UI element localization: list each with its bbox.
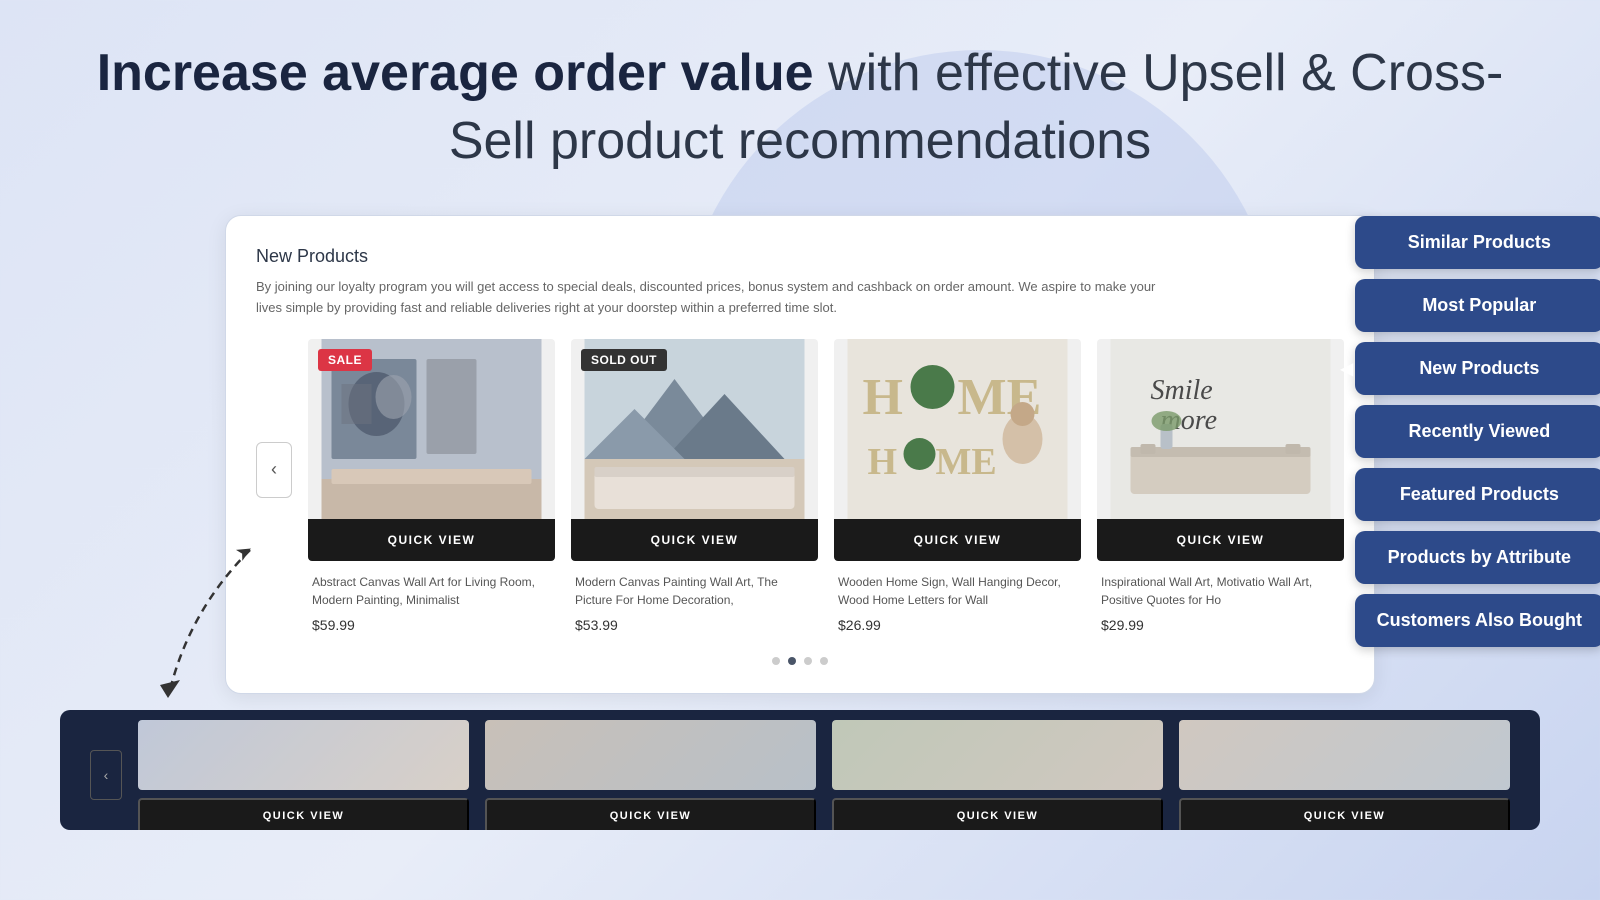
most-popular-btn[interactable]: Most Popular <box>1355 279 1600 332</box>
product-info-2: Modern Canvas Painting Wall Art, The Pic… <box>571 561 818 641</box>
product-image-4: Smile more <box>1097 339 1344 519</box>
product-card-3: H ME H ME QUICK VIEW Wooden Home Sign, <box>834 339 1081 641</box>
bottom-quick-view-btn-2[interactable]: QUICK VIEW <box>485 798 816 830</box>
page-wrapper: Increase average order value with effect… <box>0 0 1600 830</box>
product-badge-2: SOLD OUT <box>581 349 667 371</box>
customers-also-bought-btn[interactable]: Customers Also Bought <box>1355 594 1600 647</box>
bottom-product-img-2 <box>485 720 816 790</box>
product-price-3: $26.99 <box>838 617 1077 633</box>
bottom-product-4: QUICK VIEW <box>1179 720 1510 830</box>
recently-viewed-btn[interactable]: Recently Viewed <box>1355 405 1600 458</box>
page-headline: Increase average order value with effect… <box>60 40 1540 175</box>
carousel-dots <box>256 657 1344 665</box>
headline-section: Increase average order value with effect… <box>60 40 1540 175</box>
product-image-2: SOLD OUT <box>571 339 818 519</box>
bottom-quick-view-btn-1[interactable]: QUICK VIEW <box>138 798 469 830</box>
bottom-product-img-4 <box>1179 720 1510 790</box>
main-product-card: New Products By joining our loyalty prog… <box>225 215 1375 694</box>
quick-view-btn-1[interactable]: QUICK VIEW <box>308 519 555 561</box>
product-card-2: SOLD OUT QUICK VIEW <box>571 339 818 641</box>
product-name-2: Modern Canvas Painting Wall Art, The Pic… <box>575 573 814 609</box>
product-price-2: $53.99 <box>575 617 814 633</box>
bottom-quick-view-btn-4[interactable]: QUICK VIEW <box>1179 798 1510 830</box>
quick-view-btn-4[interactable]: QUICK VIEW <box>1097 519 1344 561</box>
product-name-4: Inspirational Wall Art, Motivatio Wall A… <box>1101 573 1340 609</box>
product-card-1: SALE <box>308 339 555 641</box>
similar-products-btn[interactable]: Similar Products <box>1355 216 1600 269</box>
product-name-3: Wooden Home Sign, Wall Hanging Decor, Wo… <box>838 573 1077 609</box>
quick-view-btn-3[interactable]: QUICK VIEW <box>834 519 1081 561</box>
bottom-prev-arrow[interactable]: ‹ <box>90 750 122 800</box>
product-info-3: Wooden Home Sign, Wall Hanging Decor, Wo… <box>834 561 1081 641</box>
dot-2[interactable] <box>788 657 796 665</box>
product-info-1: Abstract Canvas Wall Art for Living Room… <box>308 561 555 641</box>
floating-buttons-panel: Similar Products Most Popular New Produc… <box>1355 216 1600 647</box>
svg-text:H: H <box>868 441 900 483</box>
product-price-1: $59.99 <box>312 617 551 633</box>
new-products-btn[interactable]: New Products ◀ <box>1355 342 1600 395</box>
product-name-1: Abstract Canvas Wall Art for Living Room… <box>312 573 551 609</box>
product-badge-1: SALE <box>318 349 372 371</box>
dot-4[interactable] <box>820 657 828 665</box>
product-image-1: SALE <box>308 339 555 519</box>
bottom-product-2: QUICK VIEW <box>485 720 816 830</box>
product-card-4: Smile more QUICK VIEW Inspirational W <box>1097 339 1344 641</box>
featured-products-btn[interactable]: Featured Products <box>1355 468 1600 521</box>
bottom-product-card: ‹ QUICK VIEW QUICK VIEW QUICK VIEW QUICK… <box>60 710 1540 830</box>
product-image-3: H ME H ME <box>834 339 1081 519</box>
svg-text:ME: ME <box>936 441 997 483</box>
card-section-title: New Products <box>256 246 1344 267</box>
bottom-product-1: QUICK VIEW <box>138 720 469 830</box>
bottom-product-3: QUICK VIEW <box>832 720 1163 830</box>
card-description: By joining our loyalty program you will … <box>256 277 1156 319</box>
svg-text:H: H <box>863 369 905 426</box>
quick-view-btn-2[interactable]: QUICK VIEW <box>571 519 818 561</box>
bottom-quick-view-btn-3[interactable]: QUICK VIEW <box>832 798 1163 830</box>
bottom-section-wrapper: ➤ ‹ QUICK VIEW QUICK VIEW QUICK VIEW QUI… <box>60 710 1540 830</box>
products-by-attribute-btn[interactable]: Products by Attribute <box>1355 531 1600 584</box>
prev-arrow[interactable]: ‹ <box>256 442 292 498</box>
svg-text:Smile: Smile <box>1151 375 1213 406</box>
product-info-4: Inspirational Wall Art, Motivatio Wall A… <box>1097 561 1344 641</box>
bottom-product-img-3 <box>832 720 1163 790</box>
dot-3[interactable] <box>804 657 812 665</box>
dot-1[interactable] <box>772 657 780 665</box>
headline-bold: Increase average order value <box>97 44 814 102</box>
products-row: ‹ SALE <box>256 339 1344 641</box>
product-price-4: $29.99 <box>1101 617 1340 633</box>
bottom-product-img-1 <box>138 720 469 790</box>
arrow-pointer: ◀ <box>1341 359 1353 379</box>
